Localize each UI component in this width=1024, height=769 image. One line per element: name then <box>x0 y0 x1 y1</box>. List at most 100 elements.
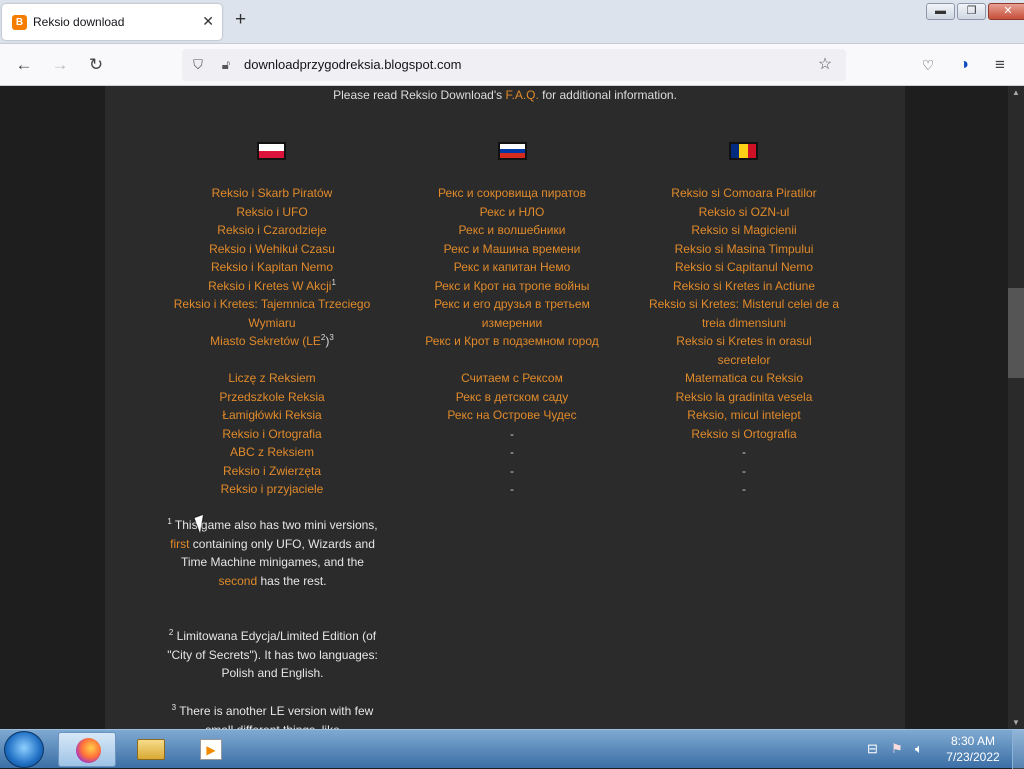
edu-link[interactable]: Reksio la gradinita vesela <box>629 388 859 407</box>
game-link[interactable]: Reksio si Kretes in orasul secretelor <box>629 332 859 369</box>
game-link[interactable]: Рекс и сокровища пиратов <box>397 184 627 203</box>
le-link[interactable]: LE <box>306 334 321 348</box>
media-player-taskbar-button[interactable]: ▶ <box>180 732 238 767</box>
forward-icon[interactable]: → <box>49 54 71 76</box>
clock-date: 7/23/2022 <box>946 750 1000 764</box>
russian-column: Рекс и сокровища пиратов Рекс и НЛО Рекс… <box>397 184 627 499</box>
game-link[interactable]: Reksio si Magicienii <box>629 221 859 240</box>
edu-link[interactable]: Łamigłówki Reksia <box>157 406 387 425</box>
game-link[interactable]: Reksio i Kapitan Nemo <box>157 258 387 277</box>
game-link[interactable]: Рекс и его друзья в третьем измерении <box>397 295 627 332</box>
page-viewport: Please read Reksio Download's F.A.Q. for… <box>0 86 1008 729</box>
close-tab-icon[interactable]: ✕ <box>202 12 214 30</box>
footnote-text: Limitowana Edycja/Limited Edition (of "C… <box>167 629 378 680</box>
scroll-down-icon[interactable]: ▼ <box>1012 718 1020 727</box>
pocket-icon[interactable]: ♡ <box>917 54 939 76</box>
tab-reksio-download[interactable]: B Reksio download ✕ <box>2 4 222 40</box>
game-link[interactable]: Reksio si Kretes in Actiune <box>629 277 859 296</box>
edu-link[interactable]: Reksio, micul intelept <box>629 406 859 425</box>
edu-link[interactable]: Reksio si Ortografia <box>629 425 859 444</box>
url-bar[interactable]: ⛉ 🔓︎ downloadprzygodreksia.blogspot.com … <box>182 49 846 81</box>
reload-icon[interactable]: ↻ <box>85 54 107 76</box>
game-link[interactable]: Reksio i UFO <box>157 203 387 222</box>
footnote-text: containing only UFO, Wizards and Time Ma… <box>181 536 375 570</box>
maximize-button[interactable]: ❐ <box>957 3 986 20</box>
empty-entry: - <box>742 463 746 478</box>
edu-link[interactable]: Считаем с Рексом <box>397 369 627 388</box>
scrollbar[interactable]: ▲ ▼ <box>1008 86 1024 729</box>
notice-text: Please read Reksio Download's <box>333 88 506 102</box>
firefox-taskbar-button[interactable] <box>58 732 116 767</box>
account-icon[interactable]: ◑ <box>953 54 975 76</box>
edu-link[interactable]: Reksio i Ortografia <box>157 425 387 444</box>
edu-link[interactable]: Liczę z Reksiem <box>157 369 387 388</box>
game-link[interactable]: Рекс и Крот на тропе войны <box>397 277 627 296</box>
edu-link[interactable]: Matematica cu Reksio <box>629 369 859 388</box>
shield-icon[interactable]: ⛉ <box>189 56 207 74</box>
game-link-with-note: Reksio i Kretes W Akcji1 <box>157 277 387 296</box>
second-mini-link[interactable]: second <box>218 574 257 588</box>
game-link[interactable]: Рекс и НЛО <box>397 203 627 222</box>
faq-notice: Please read Reksio Download's F.A.Q. for… <box>105 88 905 102</box>
game-link[interactable]: Reksio i Czarodzieje <box>157 221 387 240</box>
game-link[interactable]: Reksio si Masina Timpului <box>629 240 859 259</box>
game-link[interactable]: Reksio i Kretes W Akcji <box>208 279 331 293</box>
game-link[interactable]: Reksio si OZN-ul <box>629 203 859 222</box>
url-text[interactable]: downloadprzygodreksia.blogspot.com <box>244 57 462 72</box>
game-link[interactable]: Рекс и капитан Немо <box>397 258 627 277</box>
game-link[interactable]: Рекс и Машина времени <box>397 240 627 259</box>
empty-entry: - <box>510 482 514 496</box>
menu-icon[interactable]: ≡ <box>989 54 1011 76</box>
first-mini-link[interactable]: first <box>170 537 189 551</box>
footnote-3: 3 There is another LE version with few s… <box>165 702 380 730</box>
edu-link[interactable]: Przedszkole Reksia <box>157 388 387 407</box>
polish-column: Reksio i Skarb Piratów Reksio i UFO Reks… <box>157 184 387 499</box>
game-link[interactable]: Reksio si Capitanul Nemo <box>629 258 859 277</box>
taskbar: ▶ ⊟ ⚑ 🔈︎ 8:30 AM 7/23/2022 <box>0 729 1024 769</box>
scroll-up-icon[interactable]: ▲ <box>1012 88 1020 97</box>
empty-entry: - <box>742 445 746 459</box>
edu-link[interactable]: Рекс на Острове Чудес <box>397 406 627 425</box>
poland-flag <box>257 142 286 160</box>
edu-link[interactable]: Рекс в детском саду <box>397 388 627 407</box>
tab-title: Reksio download <box>33 15 125 29</box>
show-desktop-button[interactable] <box>1012 730 1024 769</box>
network-icon[interactable]: ⊟ <box>867 742 878 756</box>
new-tab-icon[interactable]: + <box>235 10 246 30</box>
firefox-icon <box>76 738 101 763</box>
action-center-icon[interactable]: ⚑ <box>891 742 903 756</box>
close-window-button[interactable]: ✕ <box>988 3 1024 20</box>
back-icon[interactable]: ← <box>13 54 35 76</box>
blogger-icon: B <box>12 15 27 30</box>
page-content: Please read Reksio Download's F.A.Q. for… <box>105 86 905 729</box>
faq-link[interactable]: F.A.Q. <box>505 88 538 102</box>
edu-link[interactable]: Reksio i przyjaciele <box>157 480 387 499</box>
clock-time: 8:30 AM <box>950 734 996 748</box>
minimize-button[interactable]: ▬ <box>926 3 955 20</box>
footnote-marker: 3 <box>329 333 334 342</box>
media-player-icon: ▶ <box>200 739 222 760</box>
footnote-2: 2 Limitowana Edycja/Limited Edition (of … <box>165 627 380 683</box>
explorer-taskbar-button[interactable] <box>120 732 178 767</box>
game-link[interactable]: Рекс и волшебники <box>397 221 627 240</box>
volume-icon[interactable]: 🔈︎ <box>915 742 923 756</box>
game-link[interactable]: Miasto Sekretów <box>210 334 299 348</box>
game-link[interactable]: Reksio si Comoara Piratilor <box>629 184 859 203</box>
bookmark-star-icon[interactable]: ☆ <box>816 56 834 74</box>
empty-entry: - <box>742 482 746 496</box>
page-info-icon[interactable]: 🔓︎ <box>217 56 235 74</box>
edu-link[interactable]: Reksio i Zwierzęta <box>157 462 387 481</box>
game-link[interactable]: Reksio i Wehikuł Czasu <box>157 240 387 259</box>
clock[interactable]: 8:30 AM 7/23/2022 <box>942 733 1004 765</box>
footnote-text: There is another LE version with few sma… <box>179 704 374 729</box>
edu-link[interactable]: ABC z Reksiem <box>157 443 387 462</box>
game-link[interactable]: Reksio i Skarb Piratów <box>157 184 387 203</box>
game-link[interactable]: Reksio si Kretes: Misterul celei de a tr… <box>629 295 859 332</box>
windows-start-icon[interactable] <box>4 731 44 768</box>
notice-text-end: for additional information. <box>538 88 677 102</box>
game-link[interactable]: Reksio i Kretes: Tajemnica Trzeciego Wym… <box>157 295 387 332</box>
game-link[interactable]: Рекс и Крот в подземном город <box>397 332 627 351</box>
scrollbar-thumb[interactable] <box>1008 288 1024 378</box>
romania-flag <box>729 142 758 160</box>
